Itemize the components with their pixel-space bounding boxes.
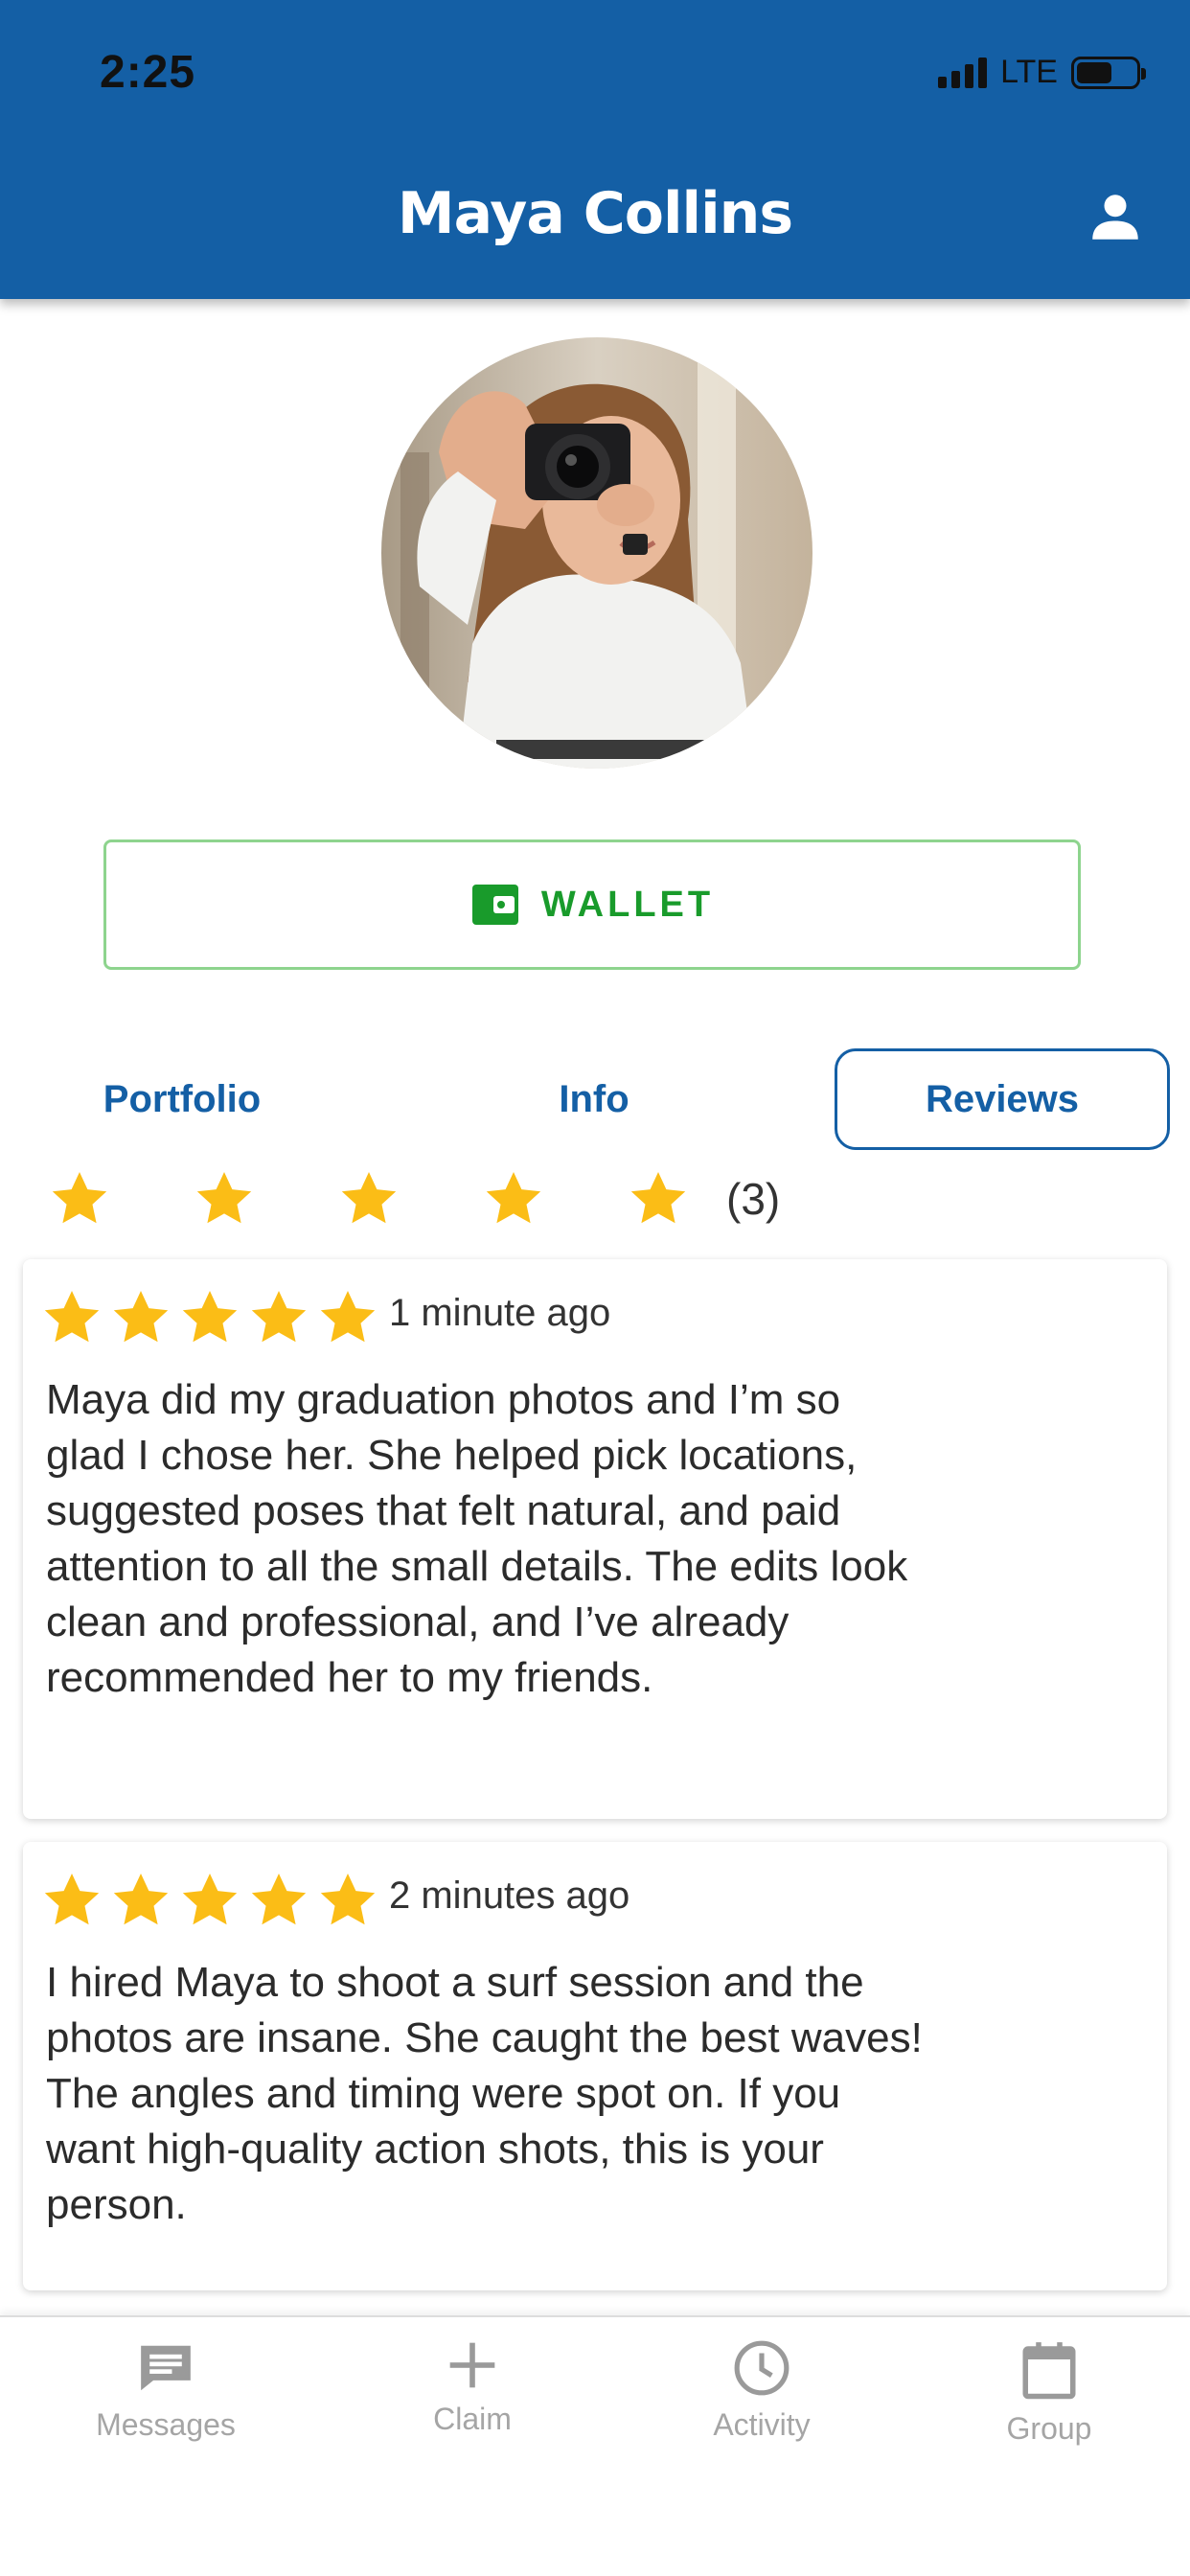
rating-summary: (3) (48, 1160, 910, 1236)
nav-label: Messages (96, 2407, 236, 2442)
review-time: 1 minute ago (389, 1292, 611, 1334)
review-text: Maya did my graduation photos and I’m so… (46, 1376, 908, 1701)
status-time: 2:25 (100, 47, 196, 98)
star-icon (196, 1171, 252, 1224)
message-icon (141, 2345, 191, 2391)
nav-messages[interactable]: Messages (46, 2338, 286, 2443)
review-card: 1 minute ago Maya did my graduation phot… (23, 1259, 1167, 1819)
nav-label: Group (1006, 2411, 1092, 2446)
review-stars (40, 1286, 379, 1349)
star-icon (113, 1290, 169, 1343)
star-icon (341, 1171, 397, 1224)
star-icon (182, 1290, 238, 1343)
star-icon (44, 1873, 100, 1925)
star-icon (320, 1873, 376, 1925)
nav-claim[interactable]: Claim (353, 2338, 592, 2437)
wallet-icon (471, 885, 518, 925)
network-label: LTE (1000, 54, 1058, 90)
star-icon (320, 1290, 376, 1343)
battery-icon (1071, 56, 1146, 89)
wallet-button[interactable]: WALLET (103, 840, 1081, 970)
review-stars (40, 1869, 379, 1932)
nav-label: Activity (713, 2407, 811, 2442)
star-icon (44, 1290, 100, 1343)
clock-icon (734, 2340, 790, 2396)
status-indicators: LTE (938, 54, 1146, 91)
calendar-icon (1022, 2342, 1076, 2400)
review-card: 2 minutes ago I hired Maya to shoot a su… (23, 1842, 1167, 2290)
tab-reviews[interactable]: Reviews (835, 1048, 1170, 1150)
nav-activity[interactable]: Activity (642, 2338, 881, 2443)
tab-info[interactable]: Info (469, 1048, 719, 1150)
star-icon (182, 1873, 238, 1925)
review-text: I hired Maya to shoot a surf session and… (46, 1959, 923, 2228)
star-icon (52, 1171, 107, 1224)
star-icon (113, 1873, 169, 1925)
star-icon (486, 1171, 541, 1224)
nav-label: Claim (433, 2402, 512, 2436)
signal-icon (938, 57, 988, 88)
plus-icon (449, 2342, 495, 2388)
person-icon[interactable] (1087, 188, 1144, 245)
star-icon (251, 1873, 307, 1925)
star-icon (630, 1171, 686, 1224)
avatar (381, 337, 812, 769)
wallet-label: WALLET (540, 884, 715, 925)
page-title: Maya Collins (397, 180, 793, 247)
review-time: 2 minutes ago (389, 1874, 630, 1917)
rating-count: (3) (726, 1174, 781, 1224)
nav-group[interactable]: Group (929, 2338, 1169, 2447)
bottom-nav: Messages Claim Activity Group (0, 2315, 1190, 2576)
star-icon (251, 1290, 307, 1343)
app-header: 2:25 LTE Maya Collins (0, 0, 1190, 299)
tab-portfolio[interactable]: Portfolio (57, 1048, 307, 1150)
